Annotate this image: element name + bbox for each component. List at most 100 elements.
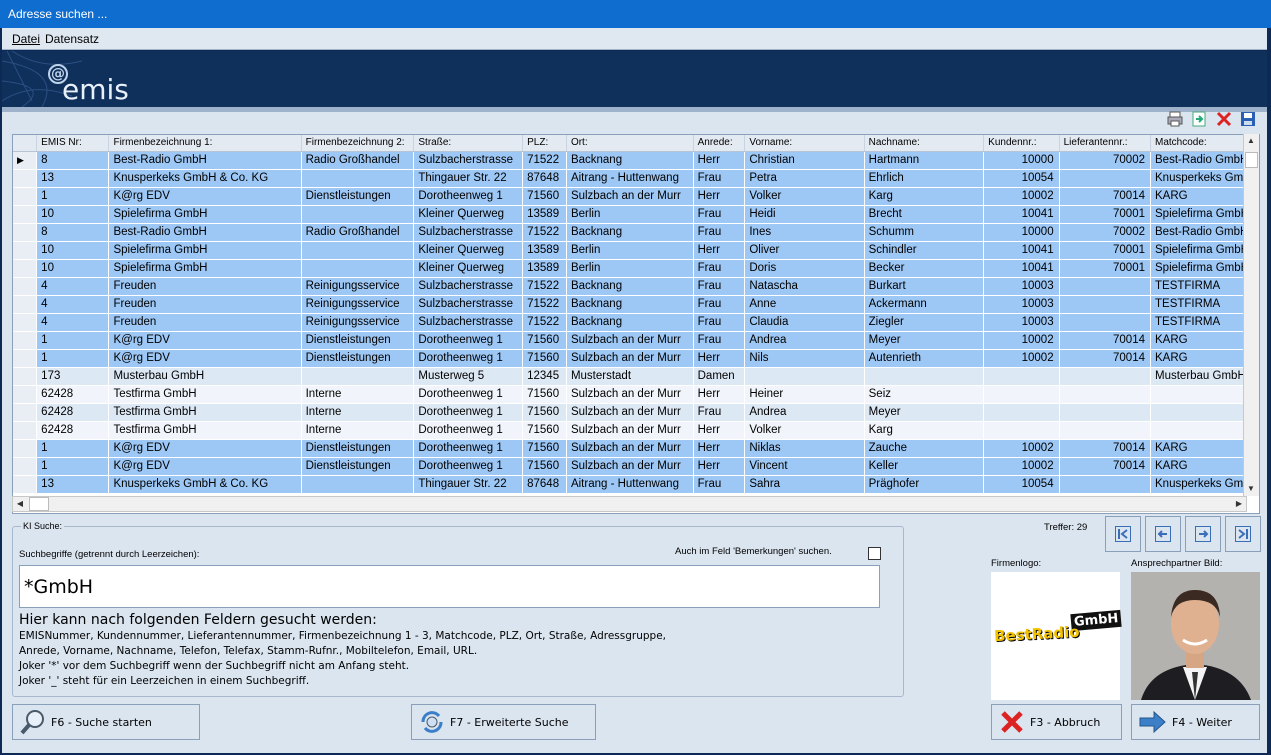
scroll-up-icon[interactable]: ▲ [1244,134,1258,148]
table-cell: Meyer [864,403,985,422]
table-cell: 13589 [522,259,567,278]
table-cell: Doris [744,259,865,278]
row-selector[interactable] [13,457,38,476]
table-row[interactable]: 62428 Testfirma GmbH Interne Dorotheenweg 1… [13,421,1259,440]
table-row[interactable]: 13 Knusperkeks GmbH & Co. KG Thingauer Str… [13,169,1259,188]
menu-datei[interactable]: Datei [2,28,45,46]
table-cell: Interne [301,403,415,422]
table-cell: 13589 [522,205,567,224]
help-line: Joker '_' steht für ein Leerzeichen in e… [19,675,310,687]
table-cell: 1 [36,457,110,476]
row-selector[interactable] [13,331,38,350]
column-header[interactable]: EMIS Nr: [36,135,110,152]
table-row[interactable]: 4 Freuden Reinigungsservice Sulzbacherstras… [13,295,1259,314]
table-cell: 1 [36,331,110,350]
table-row[interactable]: 10 Spielefirma GmbH Kleiner Querweg 13589 Be… [13,205,1259,224]
table-row[interactable]: 13 Knusperkeks GmbH & Co. KG Thingauer Str… [13,475,1259,494]
table-cell: Brecht [864,205,985,224]
table-cell: Testfirma GmbH [108,385,302,404]
row-selector[interactable] [13,223,38,242]
row-selector[interactable] [13,367,38,386]
table-cell [1059,421,1152,440]
vertical-scrollbar[interactable]: ▲ ▼ [1243,134,1259,496]
table-cell [301,205,415,224]
column-header[interactable]: PLZ: [522,135,567,152]
last-record-button[interactable] [1225,516,1261,552]
row-selector[interactable] [13,169,38,188]
table-row[interactable]: 1 K@rg EDV Dienstleistungen Dorotheenweg 17… [13,457,1259,476]
table-cell: Dienstleistungen [301,187,415,206]
row-selector[interactable] [13,259,38,278]
scroll-thumb[interactable] [1245,152,1258,168]
search-input[interactable]: *GmbH [19,565,880,608]
first-record-button[interactable] [1105,516,1141,552]
scroll-right-icon[interactable]: ▶ [1232,497,1246,511]
column-header[interactable]: Vorname: [744,135,865,152]
table-row[interactable]: 4 Freuden Reinigungsservice Sulzbacherstras… [13,313,1259,332]
table-cell: Andrea [744,331,865,350]
row-selector[interactable] [13,403,38,422]
table-cell: Freuden [108,295,302,314]
search-start-button[interactable]: F6 - Suche starten [12,704,200,740]
table-row[interactable]: 1 K@rg EDV Dienstleistungen Dorotheenweg 17… [13,187,1259,206]
scroll-left-icon[interactable]: ◀ [13,497,27,511]
table-cell: Backnang [566,277,694,296]
column-header[interactable]: Firmenbezeichnung 1: [108,135,302,152]
row-selector[interactable] [13,205,38,224]
table-cell: 1 [36,187,110,206]
row-selector[interactable] [13,349,38,368]
table-cell: Sulzbach an der Murr [566,421,694,440]
column-header[interactable]: Firmenbezeichnung 2: [301,135,415,152]
hscroll-thumb[interactable] [29,497,49,511]
table-cell: Dorotheenweg 1 [413,349,524,368]
table-row[interactable]: 10 Spielefirma GmbH Kleiner Querweg 13589 Be… [13,259,1259,278]
row-selector[interactable] [13,187,38,206]
row-selector[interactable]: ▶ [13,151,38,170]
save-icon[interactable] [1239,110,1257,128]
table-row[interactable]: 10 Spielefirma GmbH Kleiner Querweg 13589 Be… [13,241,1259,260]
column-header[interactable]: Straße: [413,135,524,152]
row-selector[interactable] [13,385,38,404]
table-row[interactable]: 8 Best-Radio GmbH Radio Großhandel Sulzbach… [13,223,1259,242]
ki-legend: KI Suche: [21,521,65,531]
row-selector[interactable] [13,421,38,440]
column-header[interactable]: Nachname: [864,135,985,152]
cancel-button[interactable]: F3 - Abbruch [991,704,1122,740]
column-header[interactable]: Anrede: [693,135,746,152]
address-grid[interactable]: EMIS Nr: Firmenbezeichnung 1: Firmenbezeic… [12,134,1260,514]
next-button[interactable]: F4 - Weiter [1131,704,1260,740]
table-row[interactable]: 1 K@rg EDV Dienstleistungen Dorotheenweg 17… [13,331,1259,350]
extended-search-button[interactable]: F7 - Erweiterte Suche [411,704,596,740]
print-icon[interactable] [1166,110,1184,128]
column-header[interactable]: Lieferantennr.: [1059,135,1152,152]
table-row[interactable]: 62428 Testfirma GmbH Interne Dorotheenweg 1… [13,385,1259,404]
remarks-checkbox[interactable] [868,547,881,560]
next-label: F4 - Weiter [1172,716,1232,729]
table-row[interactable]: 1 K@rg EDV Dienstleistungen Dorotheenweg 17… [13,439,1259,458]
main-area: EMIS Nr: Firmenbezeichnung 1: Firmenbezeic… [2,107,1267,753]
table-row[interactable]: 173 Musterbau GmbH Musterweg 5 12345 Musters… [13,367,1259,386]
table-cell [301,259,415,278]
row-selector[interactable] [13,313,38,332]
row-selector[interactable] [13,241,38,260]
table-cell: Dienstleistungen [301,457,415,476]
row-selector[interactable] [13,439,38,458]
table-row[interactable]: 62428 Testfirma GmbH Interne Dorotheenweg 1… [13,403,1259,422]
delete-icon[interactable] [1215,110,1233,128]
export-icon[interactable] [1190,110,1208,128]
table-row[interactable]: 4 Freuden Reinigungsservice Sulzbacherstras… [13,277,1259,296]
horizontal-scrollbar[interactable]: ◀ ▶ [12,496,1247,512]
row-selector[interactable] [13,295,38,314]
table-cell: Dienstleistungen [301,349,415,368]
column-header[interactable]: Kundennr.: [983,135,1060,152]
row-selector[interactable] [13,277,38,296]
next-record-button[interactable] [1185,516,1221,552]
prev-record-button[interactable] [1145,516,1181,552]
column-header[interactable]: Ort: [566,135,694,152]
table-cell: 4 [36,295,110,314]
scroll-down-icon[interactable]: ▼ [1244,482,1258,496]
table-row[interactable]: 1 K@rg EDV Dienstleistungen Dorotheenweg 17… [13,349,1259,368]
table-row[interactable]: ▶ 8 Best-Radio GmbH Radio Großhandel Sulzbac… [13,151,1259,170]
row-selector[interactable] [13,475,38,494]
menu-datensatz[interactable]: Datensatz [45,28,104,46]
